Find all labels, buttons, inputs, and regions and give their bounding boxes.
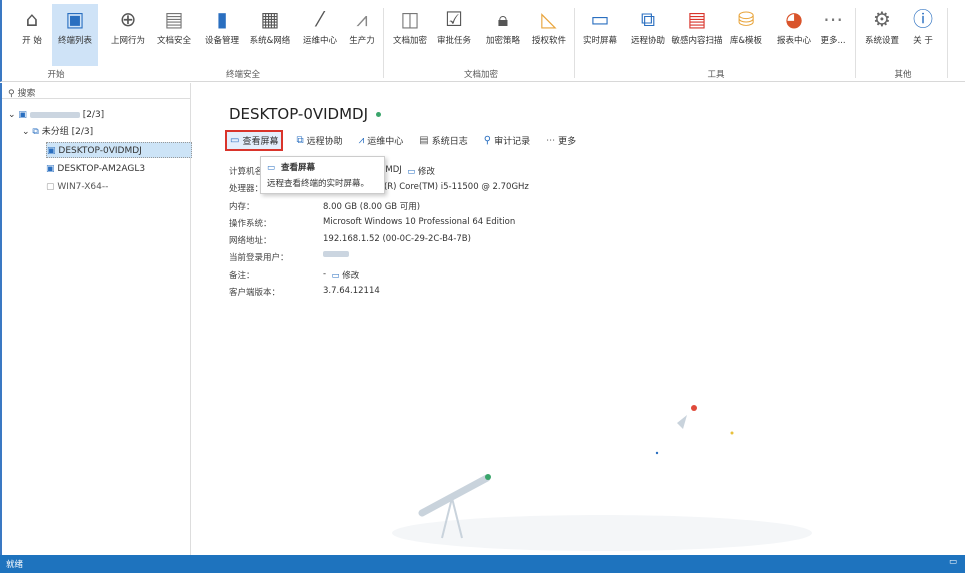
terminal-tree-pane: ⚲ 搜索 ⌄ ▣ [2/3] ⌄ ⧉ 未分组 [2/3] ▣ DESKTOP-0… [0, 83, 192, 555]
search-icon: ⚲ [483, 135, 492, 146]
globe-search-icon: ⊕ [119, 7, 137, 31]
action-bar: ▭ 查看屏幕 ⧉ 远程协助 ⩘ 运维中心 ▤ 系统日志 ⚲ 审计记录 ⋯ 更多 [225, 130, 579, 151]
divider [383, 8, 384, 78]
ribbon-home-button[interactable]: ⌂ 开 始 [14, 4, 50, 60]
more-icon: ⋯ [823, 7, 843, 31]
monitor-icon: ▭ [590, 7, 610, 31]
view-screen-button[interactable]: ▭ 查看屏幕 [225, 130, 284, 151]
tree-node-terminal[interactable]: ▣ DESKTOP-0VIDMDJ [46, 142, 192, 158]
ribbon-doc-security-button[interactable]: ▤ 文档安全 [152, 4, 196, 60]
remote-screens-icon: ⧉ [640, 7, 656, 31]
tree-node-terminal[interactable]: ▣ DESKTOP-AM2AGL3 [46, 161, 145, 177]
ribbon-remote-assist-button[interactable]: ⧉ 远程协助 [626, 4, 670, 60]
info-row: 备注： - ▭ 修改 [229, 269, 529, 286]
computer-offline-icon: ▢ [46, 182, 55, 192]
redacted-user [323, 251, 349, 258]
edit-button[interactable]: ▭ 修改 [331, 269, 359, 286]
tree-node-root[interactable]: ⌄ ▣ [2/3] [8, 107, 104, 123]
info-row: 操作系统： Microsoft Windows 10 Professional 6… [229, 216, 516, 229]
group-label-endpoint-security: 终端安全 [225, 70, 260, 80]
ribbon-more-button[interactable]: ⋯ 更多... [816, 4, 850, 60]
status-bar: 就绪 ▭ [0, 555, 965, 573]
tooltip: ▭ 查看屏幕 远程查看终端的实时屏幕。 [260, 156, 385, 194]
pulse-icon: ⩘ [358, 135, 365, 146]
monitor-icon: ▭ [267, 163, 276, 173]
ribbon-device-mgmt-button[interactable]: ▮ 设备管理 [200, 4, 244, 60]
lock-window-icon: 🔒︎ [497, 7, 509, 31]
ribbon-system-network-button[interactable]: ▦ 系统&网络 [246, 4, 294, 60]
group-label-start: 开始 [47, 70, 65, 80]
ribbon-sensitive-scan-button[interactable]: ▤ 敏感内容扫描 [670, 4, 724, 60]
redacted-name [29, 111, 80, 118]
ribbon-licensed-software-button[interactable]: ◺ 授权软件 [527, 4, 571, 60]
ribbon-settings-button[interactable]: ⚙ 系统设置 [860, 4, 904, 60]
edit-icon: ▭ [331, 270, 340, 281]
edit-button[interactable]: ▭ 修改 [407, 165, 435, 182]
firewall-shield-icon: ▦ [260, 7, 280, 31]
remote-screens-icon: ⧉ [296, 135, 304, 146]
ribbon-library-template-button[interactable]: ⛁ 库&模板 [726, 4, 766, 60]
more-icon: ⋯ [546, 135, 556, 146]
info-row: 网络地址： 192.168.1.52 (00-0C-29-2C-B4-7B) [229, 234, 471, 247]
ops-center-button[interactable]: ⩘ 运维中心 [356, 130, 407, 151]
ribbon-ops-center-button[interactable]: ⁄ 运维中心 [298, 4, 342, 60]
log-icon: ▤ [419, 135, 429, 146]
ribbon-live-screen-button[interactable]: ▭ 实时屏幕 [578, 4, 622, 60]
monitor-icon: ▭ [230, 135, 240, 146]
ribbon-doc-encrypt-button[interactable]: ◫ 文档加密 [388, 4, 432, 60]
ribbon-about-button[interactable]: ⓘ 关 于 [906, 4, 940, 60]
terminal-title: DESKTOP-0VIDMDJ [229, 105, 382, 123]
divider [574, 8, 575, 78]
group-icon: ⧉ [32, 127, 39, 137]
online-status-dot [376, 112, 382, 117]
ribbon-toolbar: ⌂ 开 始 ▣ 终端列表 ⊕ 上网行为 ▤ 文档安全 ▮ 设备管理 ▦ 系统&网络 ⁄ 运维中… [0, 0, 965, 82]
ribbon-approval-button[interactable]: ☑ 审批任务 [432, 4, 476, 60]
info-row: 客户端版本： 3.7.64.12114 [229, 286, 380, 299]
box-shield-icon: ◫ [400, 7, 420, 31]
ribbon-terminal-list-button[interactable]: ▣ 终端列表 [52, 4, 98, 66]
gear-icon: ⚙ [873, 7, 891, 31]
divider [947, 8, 948, 78]
computers-icon: ▣ [65, 7, 85, 31]
tree-node-terminal[interactable]: ▢ WIN7-X64-- [46, 179, 108, 195]
info-row: 当前登录用户： [229, 251, 529, 268]
pie-chart-icon: ◕ [785, 7, 803, 31]
computer-online-icon: ▣ [46, 164, 55, 174]
tree-node-ungrouped[interactable]: ⌄ ⧉ 未分组 [2/3] [22, 124, 93, 140]
ribbon-report-center-button[interactable]: ◕ 报表中心 [772, 4, 816, 60]
database-icon: ⛁ [737, 7, 755, 31]
system-log-button[interactable]: ▤ 系统日志 [416, 130, 470, 151]
ribbon-web-behavior-button[interactable]: ⊕ 上网行为 [106, 4, 150, 60]
keyboard-icon: ▭ [948, 557, 957, 567]
usb-tool-icon: ▮ [216, 7, 228, 31]
group-label-doc-encrypt: 文档加密 [463, 70, 498, 80]
home-icon: ⌂ [25, 7, 39, 31]
scan-document-icon: ▤ [687, 7, 707, 31]
ribbon-productivity-button[interactable]: ⩘ 生产力 [344, 4, 380, 60]
chevron-down-icon: ⌄ [8, 110, 16, 120]
magic-wand-icon: ⁄ [318, 7, 322, 31]
ruler-pencil-icon: ◺ [541, 7, 557, 31]
terminal-detail-pane: DESKTOP-0VIDMDJ ▭ 查看屏幕 ⧉ 远程协助 ⩘ 运维中心 ▤ 系统日志 … [192, 83, 965, 555]
edit-icon: ▭ [407, 167, 416, 177]
document-shield-icon: ▤ [164, 7, 184, 31]
group-label-tools: 工具 [707, 70, 725, 80]
group-label-other: 其他 [894, 70, 912, 80]
audit-log-button[interactable]: ⚲ 审计记录 [481, 130, 533, 151]
info-row: 内存： 8.00 GB (8.00 GB 可用) [229, 201, 421, 212]
tree-search-input[interactable]: ⚲ 搜索 [2, 83, 190, 99]
more-button[interactable]: ⋯ 更多 [543, 130, 579, 151]
info-icon: ⓘ [913, 7, 933, 31]
remote-assist-button[interactable]: ⧉ 远程协助 [293, 130, 345, 151]
ribbon-encrypt-policy-button[interactable]: 🔒︎ 加密策略 [481, 4, 525, 60]
network-icon: ▣ [18, 110, 27, 120]
clipboard-check-icon: ☑ [445, 7, 463, 31]
chevron-down-icon: ⌄ [22, 127, 30, 137]
chart-user-icon: ⩘ [356, 7, 368, 31]
telescope-illustration [392, 405, 812, 551]
divider [855, 8, 856, 78]
computer-online-icon: ▣ [47, 146, 56, 156]
